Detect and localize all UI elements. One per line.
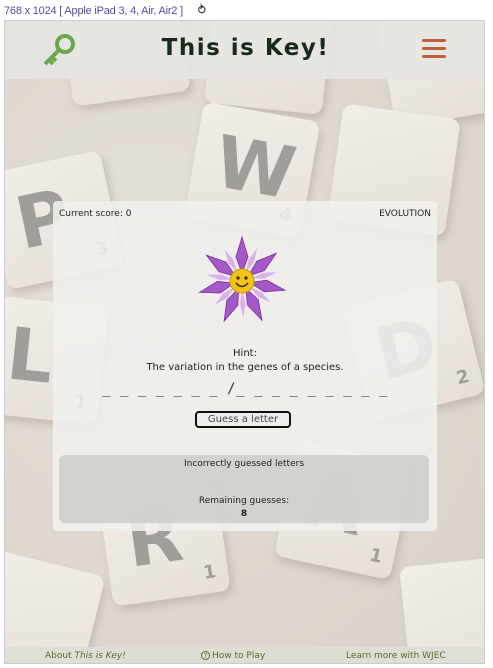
device-frame: W4 P3 L1 D2 R1 A1 This is Key! <box>4 20 485 664</box>
guesses-box: Incorrectly guessed letters Remaining gu… <box>59 455 429 523</box>
device-label: 768 x 1024 [ Apple iPad 3, 4, Air, Air2 … <box>4 5 183 17</box>
how-to-play-link[interactable]: ? How to Play <box>201 651 265 661</box>
current-score: Current score: 0 <box>59 209 132 219</box>
learn-more-link[interactable]: Learn more with WJEC <box>346 651 446 661</box>
topic-label: EVOLUTION <box>379 209 431 219</box>
app-footer: About This is Key! ? How to Play Learn mo… <box>5 647 484 663</box>
hamburger-menu-icon[interactable] <box>422 39 446 61</box>
app-header: This is Key! <box>5 21 484 79</box>
remaining-guesses-label: Remaining guesses: <box>198 496 290 506</box>
about-link[interactable]: About This is Key! <box>45 651 126 661</box>
help-circle-icon: ? <box>201 651 210 660</box>
remaining-guesses-count: 8 <box>240 509 248 519</box>
incorrect-letters-label: Incorrectly guessed letters <box>183 459 305 469</box>
word-blanks: _ _ _ _ _ _ _ /_ _ _ _ _ _ _ _ _ <box>102 381 388 397</box>
app-title: This is Key! <box>161 35 330 61</box>
smiling-flower-icon <box>198 235 287 323</box>
guess-letter-button[interactable]: Guess a letter <box>195 411 291 428</box>
rotate-icon[interactable]: ⥁ <box>198 3 206 17</box>
hint-label: Hint: <box>233 348 257 359</box>
hint-text: The variation in the genes of a species. <box>146 362 344 373</box>
device-info-bar: 768 x 1024 [ Apple iPad 3, 4, Air, Air2 … <box>0 0 493 20</box>
game-panel: Current score: 0 EVOLUTION Hint: The var… <box>53 201 437 531</box>
